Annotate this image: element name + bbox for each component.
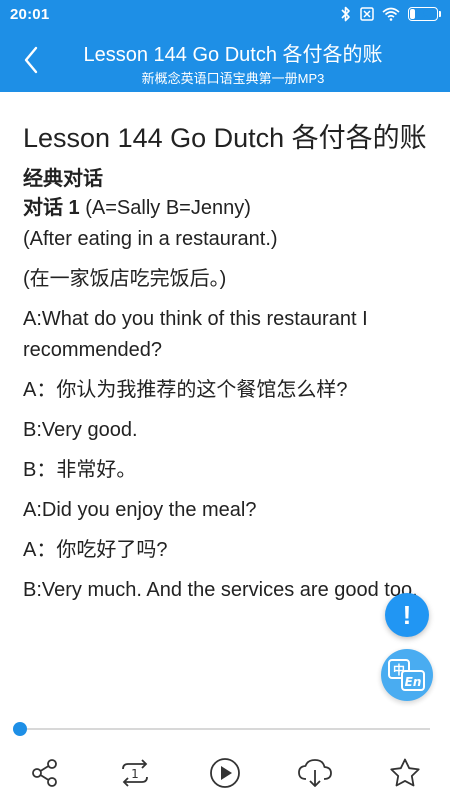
battery-level: 19 xyxy=(417,8,429,20)
download-cloud-icon xyxy=(298,759,332,787)
lesson-title: Lesson 144 Go Dutch 各付各的账 xyxy=(23,123,427,153)
share-icon xyxy=(32,759,57,787)
repeat-count: 1 xyxy=(131,767,139,781)
translate-toggle-button[interactable]: 中 En xyxy=(381,649,433,701)
share-button[interactable] xyxy=(0,746,90,800)
repeat-one-button[interactable]: 1 xyxy=(90,746,180,800)
feedback-button[interactable]: ! xyxy=(385,593,429,637)
progress-track xyxy=(20,728,430,730)
dialog-line: A:What do you think of this restaurant I… xyxy=(23,308,368,361)
translate-en-label: En xyxy=(405,675,422,689)
bottom-toolbar: 1 xyxy=(0,746,450,800)
status-icons: 19 xyxy=(340,6,441,22)
dialog-line: A:Did you enjoy the meal? xyxy=(23,499,257,521)
scene-chinese: (在一家饭店吃完饭后。) xyxy=(23,268,227,290)
zh-en-translate-icon: 中 En xyxy=(388,659,425,691)
scene-english: (After eating in a restaurant.) xyxy=(23,228,278,250)
lesson-content: Lesson 144 Go Dutch 各付各的账 经典对话 对话 1 (A=S… xyxy=(23,122,433,708)
dialog-participants: (A=Sally B=Jenny) xyxy=(79,197,251,219)
dialog-label: 对话 1 xyxy=(23,197,80,219)
progress-thumb[interactable] xyxy=(13,722,27,736)
header-subtitle: 新概念英语口语宝典第一册MP3 xyxy=(141,71,325,86)
download-button[interactable] xyxy=(270,746,360,800)
dialog-line: B:Very good. xyxy=(23,419,138,441)
playback-progress-slider[interactable] xyxy=(13,722,430,736)
title-bar: Lesson 144 Go Dutch 各付各的账 新概念英语口语宝典第一册MP… xyxy=(0,28,450,92)
wifi-icon xyxy=(382,7,400,21)
star-icon xyxy=(390,758,420,787)
header-title: Lesson 144 Go Dutch 各付各的账 xyxy=(83,44,383,66)
section-title: 经典对话 xyxy=(23,168,103,190)
bluetooth-icon xyxy=(340,6,352,22)
repeat-one-icon: 1 xyxy=(122,759,148,787)
translate-zh-label: 中 xyxy=(393,662,405,677)
sim-off-icon xyxy=(360,7,374,21)
battery-fill xyxy=(410,9,416,19)
play-icon xyxy=(210,758,240,788)
status-bar: 20:01 19 xyxy=(0,0,450,28)
status-time: 20:01 xyxy=(10,5,50,23)
dialog-line: A：你认为我推荐的这个餐馆怎么样? xyxy=(23,379,348,401)
app-header: 20:01 19 Lesson 144 Go Dutch 各付各的账 新概念英语… xyxy=(0,0,450,92)
dialog-line: B:Very much. And the services are good t… xyxy=(23,579,418,601)
play-button[interactable] xyxy=(180,746,270,800)
exclamation-icon: ! xyxy=(402,599,412,630)
dialog-line: A：你吃好了吗? xyxy=(23,539,168,561)
battery-icon: 19 xyxy=(408,7,441,21)
dialog-line: B：非常好。 xyxy=(23,459,137,481)
favorite-button[interactable] xyxy=(360,746,450,800)
dialog-header: 对话 1 (A=Sally B=Jenny) xyxy=(23,193,433,224)
